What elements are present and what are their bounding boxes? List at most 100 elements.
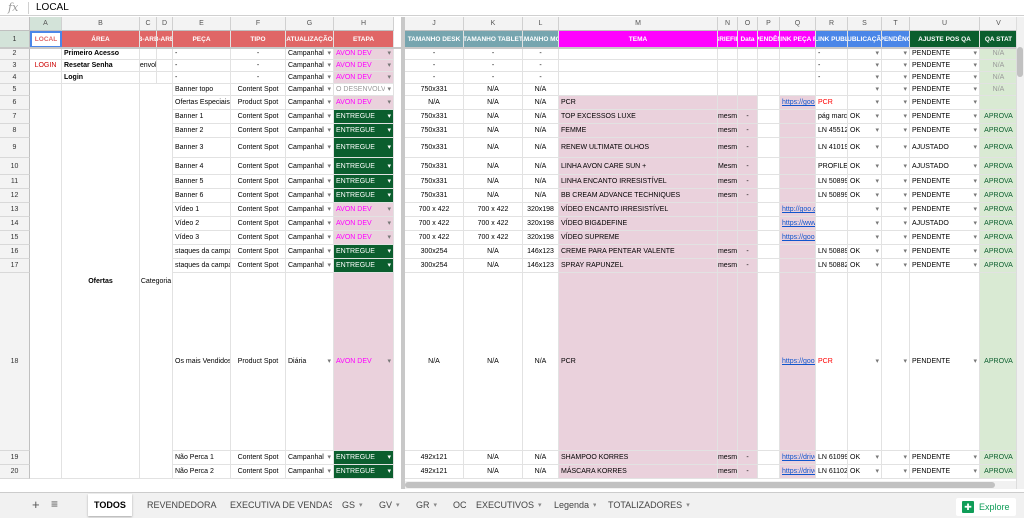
cell-j-13[interactable]: 700 x 422 bbox=[405, 203, 464, 217]
cell-p-19[interactable] bbox=[758, 451, 780, 465]
cell-p-9[interactable] bbox=[758, 138, 780, 158]
cell-s-3[interactable] bbox=[848, 60, 882, 72]
cell-o-20[interactable]: - bbox=[738, 465, 758, 479]
cell-o-3[interactable] bbox=[738, 60, 758, 72]
cell-a-4[interactable] bbox=[30, 72, 62, 84]
chevron-down-icon[interactable]: ▾ bbox=[359, 501, 363, 509]
cell-j-11[interactable]: 750x331 bbox=[405, 175, 464, 189]
cell-n-2[interactable] bbox=[718, 48, 738, 60]
cell-u-17[interactable]: PENDENTE bbox=[910, 259, 980, 273]
cell-o-5[interactable] bbox=[738, 84, 758, 96]
cell-n-20[interactable]: mesm bbox=[718, 465, 738, 479]
header-cell-r[interactable]: LINK PUBL bbox=[816, 31, 848, 48]
cell-l-3[interactable]: - bbox=[523, 60, 559, 72]
cell-v-2[interactable]: N/A bbox=[980, 48, 1018, 60]
cell-h-3[interactable]: AVON DEV bbox=[334, 60, 394, 72]
cell-h-6[interactable]: AVON DEV bbox=[334, 96, 394, 110]
cell-r-20[interactable]: LN 61102 bbox=[816, 465, 848, 479]
cell-t-14[interactable] bbox=[882, 217, 910, 231]
cell-v-11[interactable]: APROVA bbox=[980, 175, 1018, 189]
cell-v-8[interactable]: APROVA bbox=[980, 124, 1018, 138]
chevron-down-icon[interactable]: ▾ bbox=[396, 501, 400, 509]
header-cell-s[interactable]: PUBLICAÇÃO bbox=[848, 31, 882, 48]
sheet-tab-legenda[interactable]: Legenda ▾ bbox=[548, 494, 596, 516]
cell-k-3[interactable]: - bbox=[464, 60, 523, 72]
cell-s-2[interactable] bbox=[848, 48, 882, 60]
cell-j-3[interactable]: - bbox=[405, 60, 464, 72]
cell-u-14[interactable]: AJUSTADO bbox=[910, 217, 980, 231]
cell-l-20[interactable]: N/A bbox=[523, 465, 559, 479]
cell-e-17[interactable]: staques da campanh bbox=[173, 259, 231, 273]
cell-o-9[interactable]: - bbox=[738, 138, 758, 158]
cell-s-13[interactable] bbox=[848, 203, 882, 217]
cell-k-15[interactable]: 700 x 422 bbox=[464, 231, 523, 245]
cell-j-19[interactable]: 492x121 bbox=[405, 451, 464, 465]
cell-q-8[interactable] bbox=[780, 124, 816, 138]
cell-n-6[interactable] bbox=[718, 96, 738, 110]
cell-n-11[interactable]: mesm bbox=[718, 175, 738, 189]
cell-m-13[interactable]: VÍDEO ENCANTO IRRESISTÍVEL bbox=[559, 203, 718, 217]
cell-s-19[interactable]: OK bbox=[848, 451, 882, 465]
cell-e-19[interactable]: Não Perca 1 bbox=[173, 451, 231, 465]
cell-k-16[interactable]: N/A bbox=[464, 245, 523, 259]
cell-v-7[interactable]: APROVA bbox=[980, 110, 1018, 124]
cell-e-13[interactable]: Vídeo 1 bbox=[173, 203, 231, 217]
row-header[interactable]: 1 bbox=[0, 31, 30, 48]
cell-g-7[interactable]: Campanhal bbox=[286, 110, 334, 124]
cell-g-15[interactable]: Campanhal bbox=[286, 231, 334, 245]
cell-e-11[interactable]: Banner 5 bbox=[173, 175, 231, 189]
cell-t-2[interactable] bbox=[882, 48, 910, 60]
cell-n-13[interactable] bbox=[718, 203, 738, 217]
cell-u-19[interactable]: PENDENTE bbox=[910, 451, 980, 465]
cell-e-3[interactable]: - bbox=[173, 60, 231, 72]
cell-m-8[interactable]: FEMME bbox=[559, 124, 718, 138]
cell-r-8[interactable]: LN 45512 bbox=[816, 124, 848, 138]
cell-p-2[interactable] bbox=[758, 48, 780, 60]
cell-u-12[interactable]: PENDENTE bbox=[910, 189, 980, 203]
cell-o-17[interactable]: - bbox=[738, 259, 758, 273]
row-header[interactable]: 15 bbox=[0, 231, 30, 245]
cell-m-9[interactable]: RENEW ULTIMATE OLHOS bbox=[559, 138, 718, 158]
cell-l-13[interactable]: 320x198 bbox=[523, 203, 559, 217]
header-cell-e[interactable]: PEÇA bbox=[173, 31, 231, 48]
cell-k-17[interactable]: N/A bbox=[464, 259, 523, 273]
cell-r-18[interactable]: PCR bbox=[816, 273, 848, 451]
cell-j-5[interactable]: 750x331 bbox=[405, 84, 464, 96]
cell-h-15[interactable]: AVON DEV bbox=[334, 231, 394, 245]
cell-u-13[interactable]: PENDENTE bbox=[910, 203, 980, 217]
column-header-v[interactable]: V bbox=[980, 17, 1018, 31]
header-cell-l[interactable]: TAMANHO MOB bbox=[523, 31, 559, 48]
cell-o-12[interactable]: - bbox=[738, 189, 758, 203]
cell-g-19[interactable]: Campanhal bbox=[286, 451, 334, 465]
column-header-d[interactable]: D bbox=[157, 17, 173, 31]
cell-j-9[interactable]: 750x331 bbox=[405, 138, 464, 158]
cell-e-18[interactable]: Os mais Vendidos bbox=[173, 273, 231, 451]
cell-q-17[interactable] bbox=[780, 259, 816, 273]
cell-m-16[interactable]: CREME PARA PENTEAR VALENTE bbox=[559, 245, 718, 259]
cell-l-6[interactable]: N/A bbox=[523, 96, 559, 110]
sheet-tab-gv[interactable]: GV ▾ bbox=[373, 494, 403, 516]
cell-l-18[interactable]: N/A bbox=[523, 273, 559, 451]
explore-button[interactable]: ✚ Explore bbox=[956, 498, 1016, 516]
cell-r-7[interactable]: pág marca bbox=[816, 110, 848, 124]
cell-m-12[interactable]: BB CREAM ADVANCE TECHNIQUES bbox=[559, 189, 718, 203]
cell-p-11[interactable] bbox=[758, 175, 780, 189]
chevron-down-icon[interactable]: ▾ bbox=[593, 501, 596, 509]
cell-t-15[interactable] bbox=[882, 231, 910, 245]
cell-b-4[interactable]: Login bbox=[62, 72, 140, 84]
header-cell-d[interactable]: 3-ARE bbox=[157, 31, 173, 48]
cell-o-15[interactable] bbox=[738, 231, 758, 245]
vertical-scrollbar-thumb[interactable] bbox=[1017, 47, 1023, 77]
cell-e-2[interactable]: - bbox=[173, 48, 231, 60]
row-header[interactable]: 16 bbox=[0, 245, 30, 259]
cell-s-7[interactable]: OK bbox=[848, 110, 882, 124]
cell-m-3[interactable] bbox=[559, 60, 718, 72]
cell-m-17[interactable]: SPRAY RAPUNZEL bbox=[559, 259, 718, 273]
cell-v-12[interactable]: APROVA bbox=[980, 189, 1018, 203]
cell-o-7[interactable]: - bbox=[738, 110, 758, 124]
sheet-tab-todos[interactable]: TODOS bbox=[88, 494, 132, 516]
column-header-c[interactable]: C bbox=[140, 17, 157, 31]
cell-t-4[interactable] bbox=[882, 72, 910, 84]
cell-u-11[interactable]: PENDENTE bbox=[910, 175, 980, 189]
cell-n-9[interactable]: mesm bbox=[718, 138, 738, 158]
